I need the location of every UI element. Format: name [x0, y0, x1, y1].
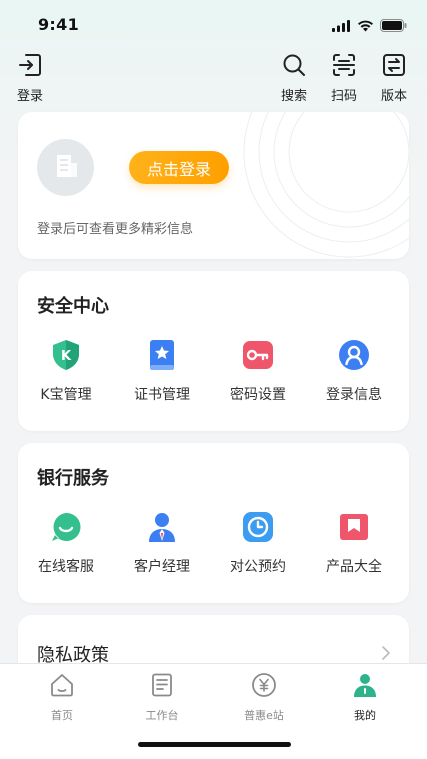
certificate-management-item[interactable]: 证书管理	[114, 338, 210, 404]
login-info-label: 登录信息	[326, 387, 382, 403]
user-info-icon	[337, 338, 371, 372]
chat-icon	[49, 510, 83, 544]
document-icon	[149, 672, 175, 702]
bank-services-card: 银行服务 在线客服 客户经理 对公预约 产品大全	[18, 443, 409, 603]
login-nav-button[interactable]: 登录	[17, 52, 43, 104]
status-icons	[332, 17, 407, 36]
switch-icon	[381, 52, 407, 82]
yuan-icon	[251, 672, 277, 702]
person-icon	[352, 672, 378, 702]
login-nav-label: 登录	[17, 89, 44, 104]
online-service-item[interactable]: 在线客服	[18, 510, 114, 576]
scan-icon	[331, 52, 357, 82]
login-hint: 登录后可查看更多精彩信息	[37, 222, 194, 237]
signal-icon	[332, 17, 351, 36]
status-time: 9:41	[38, 15, 79, 34]
tab-workbench-label: 工作台	[145, 709, 179, 722]
search-icon	[281, 52, 307, 82]
decorative-rings	[243, 112, 409, 258]
products-label: 产品大全	[326, 559, 382, 575]
tab-puhui-station-label: 普惠e站	[244, 709, 284, 722]
online-service-label: 在线客服	[38, 559, 94, 575]
certificate-management-label: 证书管理	[134, 387, 190, 403]
svg-text:K: K	[61, 349, 72, 364]
home-icon	[49, 672, 75, 702]
security-center-card: 安全中心 K K宝管理 证书管理 密码设置 登录信息	[18, 271, 409, 431]
products-item[interactable]: 产品大全	[306, 510, 402, 576]
certificate-icon	[145, 338, 179, 372]
bookmark-icon	[337, 510, 371, 544]
key-icon	[241, 338, 275, 372]
bank-services-title: 银行服务	[37, 468, 109, 489]
login-icon	[17, 52, 43, 82]
scan-button[interactable]: 扫码	[331, 52, 357, 104]
login-card: 点击登录 登录后可查看更多精彩信息	[18, 112, 409, 259]
manager-icon	[145, 510, 179, 544]
avatar	[37, 139, 94, 196]
security-center-title: 安全中心	[37, 296, 109, 317]
tab-mine-label: 我的	[354, 709, 376, 722]
top-nav: 登录 搜索 扫码 版本	[0, 52, 427, 104]
home-indicator	[138, 742, 291, 747]
corporate-appointment-label: 对公预约	[230, 559, 286, 575]
tab-workbench[interactable]: 工作台	[122, 672, 202, 723]
tab-home[interactable]: 首页	[22, 672, 102, 723]
k-shield-icon: K	[49, 338, 83, 372]
chevron-right-icon	[381, 645, 391, 665]
tab-puhui-station[interactable]: 普惠e站	[224, 672, 304, 723]
battery-icon	[380, 17, 407, 36]
login-info-item[interactable]: 登录信息	[306, 338, 402, 404]
clock-icon	[241, 510, 275, 544]
password-settings-item[interactable]: 密码设置	[210, 338, 306, 404]
building-icon	[51, 151, 81, 185]
version-label: 版本	[381, 89, 408, 104]
account-manager-label: 客户经理	[134, 559, 190, 575]
services-grid: 在线客服 客户经理 对公预约 产品大全	[18, 510, 409, 576]
password-settings-label: 密码设置	[230, 387, 286, 403]
tab-home-label: 首页	[51, 709, 73, 722]
status-bar: 9:41	[0, 0, 427, 50]
version-button[interactable]: 版本	[381, 52, 407, 104]
tab-mine[interactable]: 我的	[325, 672, 405, 723]
k-bao-management-label: K宝管理	[40, 387, 92, 403]
corporate-appointment-item[interactable]: 对公预约	[210, 510, 306, 576]
login-button[interactable]: 点击登录	[129, 151, 229, 184]
search-button[interactable]: 搜索	[281, 52, 307, 104]
k-bao-management-item[interactable]: K K宝管理	[18, 338, 114, 404]
security-grid: K K宝管理 证书管理 密码设置 登录信息	[18, 338, 409, 404]
search-label: 搜索	[281, 89, 308, 104]
account-manager-item[interactable]: 客户经理	[114, 510, 210, 576]
scan-label: 扫码	[331, 89, 358, 104]
wifi-icon	[357, 17, 374, 36]
